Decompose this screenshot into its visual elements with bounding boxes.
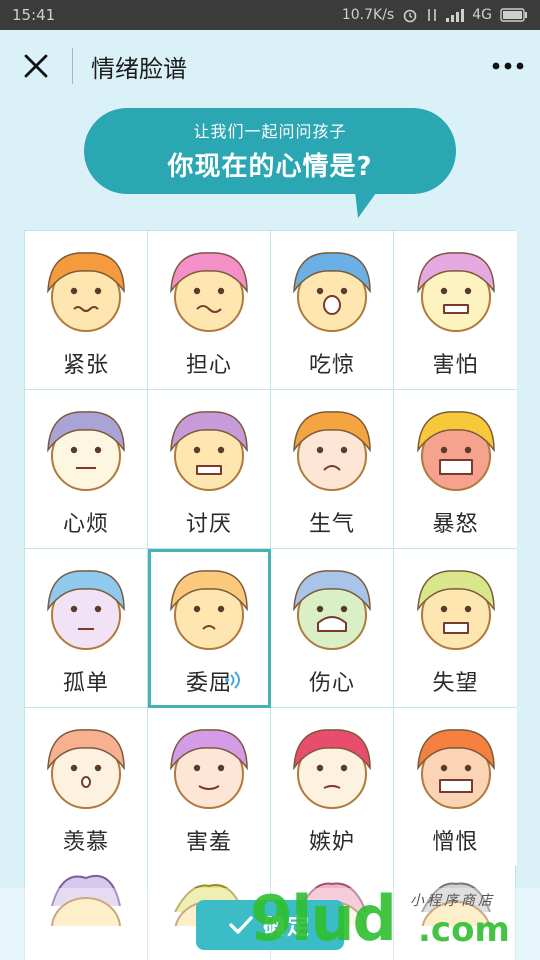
emotion-option-annoyed[interactable]: 心烦: [25, 390, 148, 549]
face-hateful-icon: [416, 729, 495, 809]
emotion-option-aggrieved[interactable]: 委屈: [148, 549, 271, 708]
emotion-label: 害羞: [185, 830, 232, 855]
bubble-subtitle: 让我们一起问问孩子: [193, 122, 347, 141]
emotion-option-lonely[interactable]: 孤单: [25, 549, 148, 708]
emotion-option-disgusted[interactable]: 讨厌: [148, 390, 271, 549]
close-icon: [24, 54, 48, 78]
emotion-label: 孤单: [62, 671, 109, 696]
emotion-label: 紧张: [62, 353, 109, 378]
face-jealous-icon: [293, 729, 371, 809]
emotion-option-angry[interactable]: 生气: [271, 390, 394, 549]
nav-bar: 情绪脸谱: [0, 30, 540, 102]
emotion-option-sad[interactable]: 伤心: [271, 549, 394, 708]
emotion-label: 心烦: [62, 512, 109, 537]
emotion-label: 害怕: [432, 353, 479, 378]
battery-icon: [500, 8, 527, 22]
face-aggrieved-icon: [170, 570, 248, 650]
face-angry-icon: [293, 411, 371, 491]
emotion-label: 暴怒: [432, 512, 479, 537]
face-nervous-icon: [47, 252, 125, 332]
face-furious-icon: [416, 411, 495, 491]
emotion-label: 憎恨: [432, 830, 479, 855]
confirm-button[interactable]: 确定: [196, 900, 344, 950]
emotion-grid: 紧张 担心 吃惊 害怕心烦 讨厌 生气 暴怒孤单 委屈伤心 失望羡慕 害羞 嫉妒 憎恨: [24, 230, 517, 868]
emotion-option-envious[interactable]: 羡慕: [25, 708, 148, 867]
face-disgusted-icon: [170, 411, 248, 491]
more-dots-icon: [492, 62, 524, 70]
data-transfer-icon: [428, 9, 437, 21]
emotion-label: 生气: [308, 512, 355, 537]
emotion-option-hateful[interactable]: 憎恨: [394, 708, 517, 867]
face-lonely-icon: [47, 570, 125, 650]
emotion-option-jealous[interactable]: 嫉妒: [271, 708, 394, 867]
emotion-option-worried[interactable]: 担心: [148, 231, 271, 390]
face-worried-icon: [170, 252, 248, 332]
checkmark-icon: [229, 916, 253, 934]
face-shy-icon: [170, 729, 248, 809]
emotion-option-surprised[interactable]: 吃惊: [271, 231, 394, 390]
emotion-label: 羡慕: [62, 830, 109, 855]
emotion-option-scared[interactable]: 害怕: [394, 231, 517, 390]
alarm-icon: [403, 9, 417, 23]
signal-icon: [446, 9, 465, 22]
close-button[interactable]: [0, 30, 72, 102]
nav-divider: [72, 48, 73, 84]
face-annoyed-icon: [47, 411, 125, 491]
emotion-option-shy[interactable]: 害羞: [148, 708, 271, 867]
bubble-question: 你现在的心情是?: [167, 152, 373, 182]
status-time: 15:41: [12, 6, 56, 24]
bubble-body: 让我们一起问问孩子 你现在的心情是?: [84, 108, 456, 194]
emotion-option-nervous[interactable]: 紧张: [25, 231, 148, 390]
emotion-label: 失望: [432, 671, 479, 696]
emotion-label: 吃惊: [308, 353, 355, 378]
confirm-label: 确定: [262, 915, 311, 940]
question-bubble: 让我们一起问问孩子 你现在的心情是?: [84, 108, 456, 218]
face-disappointed-icon: [416, 570, 495, 650]
face-envious-icon: [47, 729, 125, 809]
emotion-label: 讨厌: [185, 512, 232, 537]
emotion-label: 嫉妒: [308, 830, 355, 855]
emotion-label: 伤心: [308, 671, 355, 696]
more-button[interactable]: [476, 30, 540, 102]
face-surprised-icon: [293, 252, 371, 332]
network-speed: 10.7K/s: [341, 7, 395, 23]
face-scared-icon: [416, 252, 495, 332]
face-sad-icon: [293, 570, 371, 650]
emotion-label: 担心: [185, 353, 232, 378]
emotion-option-disappointed[interactable]: 失望: [394, 549, 517, 708]
voice-playing-icon: [225, 671, 240, 689]
network-type: 4G: [472, 7, 492, 23]
emotion-option-furious[interactable]: 暴怒: [394, 390, 517, 549]
status-bar: 15:41 10.7K/s 4G: [0, 0, 540, 30]
page-title: 情绪脸谱: [91, 54, 187, 83]
